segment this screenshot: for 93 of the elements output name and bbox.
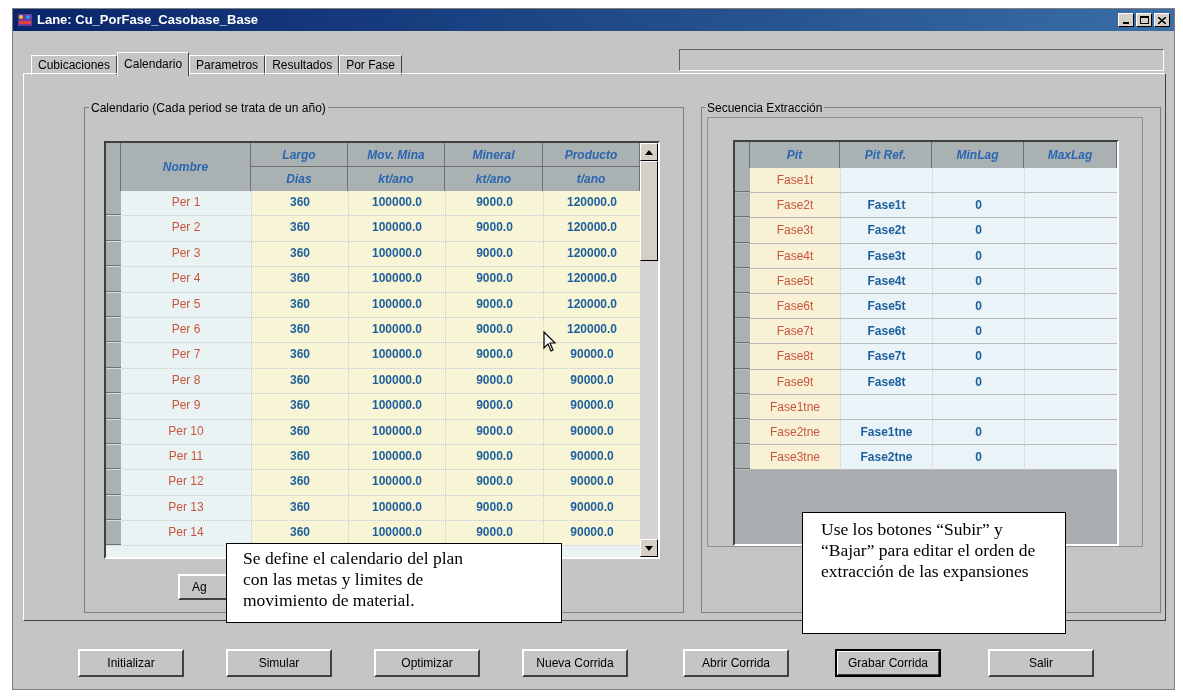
table-cell: 90000.0	[543, 368, 640, 394]
table-cell: 360	[251, 317, 348, 343]
table-cell: Fase2t	[750, 193, 840, 218]
table-cell: 360	[251, 292, 348, 317]
table-cell: 100000.0	[348, 470, 445, 495]
table-cell: Fase8t	[840, 369, 932, 394]
table-cell: 9000.0	[445, 521, 543, 546]
table-cell: 0	[932, 445, 1024, 470]
table-cell: 9000.0	[445, 495, 543, 521]
table-cell: Fase3t	[750, 218, 840, 243]
table-cell: 0	[932, 243, 1024, 268]
table-cell: 120000.0	[543, 191, 640, 216]
table-cell: 100000.0	[348, 216, 445, 241]
table-cell: Fase7t	[840, 344, 932, 369]
table-cell: 120000.0	[543, 267, 640, 292]
column-header: Mov. Mina	[348, 143, 445, 167]
table-cell: 360	[251, 495, 348, 521]
table-cell: 0	[932, 319, 1024, 344]
table-cell: 360	[251, 419, 348, 444]
table-cell: 100000.0	[348, 241, 445, 267]
table-cell: 100000.0	[348, 267, 445, 292]
window-title: Lane: Cu_PorFase_Casobase_Base	[37, 11, 259, 30]
table-cell: 0	[932, 344, 1024, 369]
table-cell: 9000.0	[445, 394, 543, 419]
table-cell: Fase3tne	[750, 445, 840, 470]
table-cell: 360	[251, 521, 348, 546]
table-cell: 90000.0	[543, 394, 640, 419]
callout-tooltip: Use los botones “Subir” y “Bajar” para editar el orden de extracción de las expansiones	[802, 512, 1066, 634]
table-cell: 0	[932, 419, 1024, 445]
table-cell: 9000.0	[445, 419, 543, 444]
table-cell: 9000.0	[445, 317, 543, 343]
table-cell: 0	[932, 193, 1024, 218]
table-cell: 100000.0	[348, 495, 445, 521]
table-cell: 90000.0	[543, 343, 640, 368]
table-cell: Fase4t	[840, 268, 932, 293]
table-cell: Fase1tne	[840, 419, 932, 445]
table-cell: 360	[251, 470, 348, 495]
table-cell: 0	[932, 369, 1024, 394]
table-cell: 0	[932, 293, 1024, 319]
table-cell: 100000.0	[348, 368, 445, 394]
table-cell: Fase2tne	[840, 445, 932, 470]
table-cell: 9000.0	[445, 292, 543, 317]
table-cell: 9000.0	[445, 368, 543, 394]
table-cell: 100000.0	[348, 394, 445, 419]
table-cell: Fase6t	[750, 293, 840, 319]
table-cell: 360	[251, 241, 348, 267]
table-cell: Fase2t	[840, 218, 932, 243]
table-cell: Fase1t	[840, 193, 932, 218]
table-cell: 9000.0	[445, 191, 543, 216]
table-cell: 100000.0	[348, 419, 445, 444]
table-cell: Fase3t	[840, 243, 932, 268]
table-cell: 90000.0	[543, 444, 640, 470]
table-cell: 360	[251, 394, 348, 419]
table-cell: 120000.0	[543, 216, 640, 241]
table-cell: Fase7t	[750, 319, 840, 344]
callout-tooltip: Se define el calendario del plan con las metas y limites de movimiento de material.	[226, 543, 562, 623]
table-cell: Fase4t	[750, 243, 840, 268]
table-cell: 90000.0	[543, 521, 640, 546]
table-cell: Fase8t	[750, 344, 840, 369]
table-cell: 100000.0	[348, 343, 445, 368]
table-cell: 90000.0	[543, 470, 640, 495]
table-cell: 360	[251, 444, 348, 470]
table-cell: Fase6t	[840, 319, 932, 344]
column-header: Largo	[251, 143, 348, 167]
table-cell: 120000.0	[543, 292, 640, 317]
column-header: Mineral	[445, 143, 543, 167]
table-cell: 0	[932, 268, 1024, 293]
table-cell: 100000.0	[348, 191, 445, 216]
table-cell: 100000.0	[348, 292, 445, 317]
table-cell: 120000.0	[543, 241, 640, 267]
table-cell: 360	[251, 191, 348, 216]
table-cell: 360	[251, 216, 348, 241]
table-cell: 100000.0	[348, 521, 445, 546]
table-cell: 90000.0	[543, 495, 640, 521]
table-cell: 360	[251, 267, 348, 292]
table-cell: 9000.0	[445, 444, 543, 470]
table-cell: 360	[251, 368, 348, 394]
table-cell: 9000.0	[445, 343, 543, 368]
table-cell: 100000.0	[348, 444, 445, 470]
table-cell: 9000.0	[445, 267, 543, 292]
table-cell: 360	[251, 343, 348, 368]
table-cell: 9000.0	[445, 241, 543, 267]
table-cell: 100000.0	[348, 317, 445, 343]
table-cell: 9000.0	[445, 470, 543, 495]
table-cell: 9000.0	[445, 216, 543, 241]
table-cell: Fase2tne	[750, 419, 840, 445]
table-cell: Fase1tne	[750, 394, 840, 419]
table-cell: Fase5t	[750, 268, 840, 293]
table-cell: 0	[932, 218, 1024, 243]
table-cell: 90000.0	[543, 419, 640, 444]
table-cell: Fase5t	[840, 293, 932, 319]
table-cell: Fase9t	[750, 369, 840, 394]
table-cell: Fase1t	[750, 168, 840, 193]
